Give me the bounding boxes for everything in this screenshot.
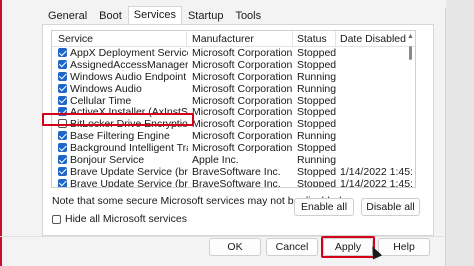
manufacturer-cell: BraveSoftware Inc. [192, 165, 281, 178]
column-header-service[interactable]: Service [58, 33, 93, 45]
scroll-up-icon[interactable]: ▲ [407, 33, 414, 40]
checkbox-checked-icon[interactable] [58, 48, 67, 57]
disable-all-button[interactable]: Disable all [361, 198, 420, 216]
status-cell: Stopped [297, 94, 337, 107]
table-row[interactable]: Brave Update Service (brave) BraveSoftwar… [52, 166, 415, 178]
tab-boot[interactable]: Boot [93, 7, 128, 24]
status-cell: Stopped [297, 177, 337, 188]
manufacturer-cell: Apple Inc. [192, 154, 239, 167]
status-cell: Running [297, 154, 337, 167]
status-cell: Stopped [297, 58, 337, 71]
service-name-cell: Windows Audio [70, 82, 142, 95]
services-list[interactable]: Service Manufacturer Status Date Disable… [51, 30, 416, 188]
checkbox-checked-icon[interactable] [58, 178, 67, 187]
manufacturer-cell: Microsoft Corporation [192, 47, 292, 59]
scrollbar-thumb[interactable] [409, 46, 412, 60]
apply-highlight-box [321, 236, 375, 258]
column-header-manufacturer[interactable]: Manufacturer [192, 33, 254, 45]
table-row[interactable]: Brave Update Service (bravem) BraveSoftwa… [52, 177, 415, 188]
manufacturer-cell: Microsoft Corporation [192, 106, 292, 119]
status-cell: Stopped [297, 47, 337, 59]
status-cell: Running [297, 82, 337, 95]
hide-microsoft-services[interactable]: Hide all Microsoft services [52, 213, 187, 225]
checkbox-checked-icon[interactable] [58, 131, 67, 141]
column-divider [186, 31, 187, 47]
service-name-cell: Base Filtering Engine [70, 130, 170, 143]
column-header-status[interactable]: Status [297, 33, 327, 45]
checkbox-checked-icon[interactable] [58, 143, 67, 153]
table-row[interactable]: Background Intelligent Transfer ... Micro… [52, 142, 415, 154]
column-divider [292, 31, 293, 47]
tab-strip: General Boot Services Startup Tools [42, 6, 267, 25]
service-name-cell: Brave Update Service (bravem) [70, 177, 188, 188]
table-row[interactable]: Base Filtering Engine Microsoft Corporati… [52, 130, 415, 142]
tab-general[interactable]: General [42, 7, 93, 24]
service-name-cell: Windows Audio Endpoint Builder [70, 70, 188, 83]
status-cell: Stopped [297, 142, 337, 155]
tab-startup[interactable]: Startup [182, 7, 229, 24]
service-name-cell: AppX Deployment Service (AppX... [70, 47, 188, 59]
vertical-scrollbar[interactable] [406, 46, 414, 186]
background-region [447, 0, 474, 266]
status-cell: Running [297, 130, 337, 143]
help-button[interactable]: Help [378, 238, 430, 256]
manufacturer-cell: Microsoft Corporation [192, 94, 292, 107]
service-name-cell: Bonjour Service [70, 154, 145, 167]
table-row[interactable]: Bonjour Service Apple Inc. Running [52, 154, 415, 166]
bitlocker-highlight-box [42, 113, 194, 126]
tab-tools[interactable]: Tools [229, 7, 267, 24]
checkbox-unchecked-icon[interactable] [52, 214, 61, 224]
status-cell: Running [297, 70, 337, 83]
checkbox-checked-icon[interactable] [58, 59, 67, 69]
enable-all-button[interactable]: Enable all [294, 198, 354, 216]
date-disabled-cell: 1/14/2022 1:45:... [340, 177, 412, 188]
date-disabled-cell: 1/14/2022 1:45:... [340, 165, 412, 178]
table-row[interactable]: Windows Audio Microsoft Corporation Runnin… [52, 83, 415, 95]
table-row[interactable]: Cellular Time Microsoft Corporation Stoppe… [52, 95, 415, 107]
checkbox-checked-icon[interactable] [58, 155, 67, 165]
checkbox-checked-icon[interactable] [58, 83, 67, 93]
table-row[interactable]: AppX Deployment Service (AppX... Microsof… [52, 47, 415, 59]
service-name-cell: AssignedAccessManager Service [70, 58, 188, 71]
ok-button[interactable]: OK [209, 238, 261, 256]
manufacturer-cell: Microsoft Corporation [192, 118, 292, 131]
manufacturer-cell: Microsoft Corporation [192, 142, 292, 155]
status-cell: Stopped [297, 165, 337, 178]
manufacturer-cell: Microsoft Corporation [192, 130, 292, 143]
status-cell: Stopped [297, 118, 337, 131]
column-divider [335, 31, 336, 47]
column-header-date-disabled[interactable]: Date Disabled [340, 33, 406, 45]
manufacturer-cell: Microsoft Corporation [192, 82, 292, 95]
list-header: Service Manufacturer Status Date Disable… [52, 31, 415, 47]
checkbox-checked-icon[interactable] [58, 71, 67, 81]
manufacturer-cell: Microsoft Corporation [192, 58, 292, 71]
table-row[interactable]: AssignedAccessManager Service Microsoft C… [52, 59, 415, 71]
service-name-cell: Background Intelligent Transfer ... [70, 142, 188, 155]
cancel-button[interactable]: Cancel [266, 238, 318, 256]
footer-divider [0, 236, 444, 237]
manufacturer-cell: Microsoft Corporation [192, 70, 292, 83]
checkbox-checked-icon[interactable] [58, 166, 67, 176]
status-cell: Stopped [297, 106, 337, 119]
service-name-cell: Cellular Time [70, 94, 132, 107]
tab-services[interactable]: Services [127, 6, 182, 25]
table-row[interactable]: Windows Audio Endpoint Builder Microsoft … [52, 71, 415, 83]
manufacturer-cell: BraveSoftware Inc. [192, 177, 281, 188]
checkbox-checked-icon[interactable] [58, 95, 67, 105]
service-name-cell: Brave Update Service (brave) [70, 165, 188, 178]
hide-microsoft-services-label: Hide all Microsoft services [65, 213, 187, 225]
